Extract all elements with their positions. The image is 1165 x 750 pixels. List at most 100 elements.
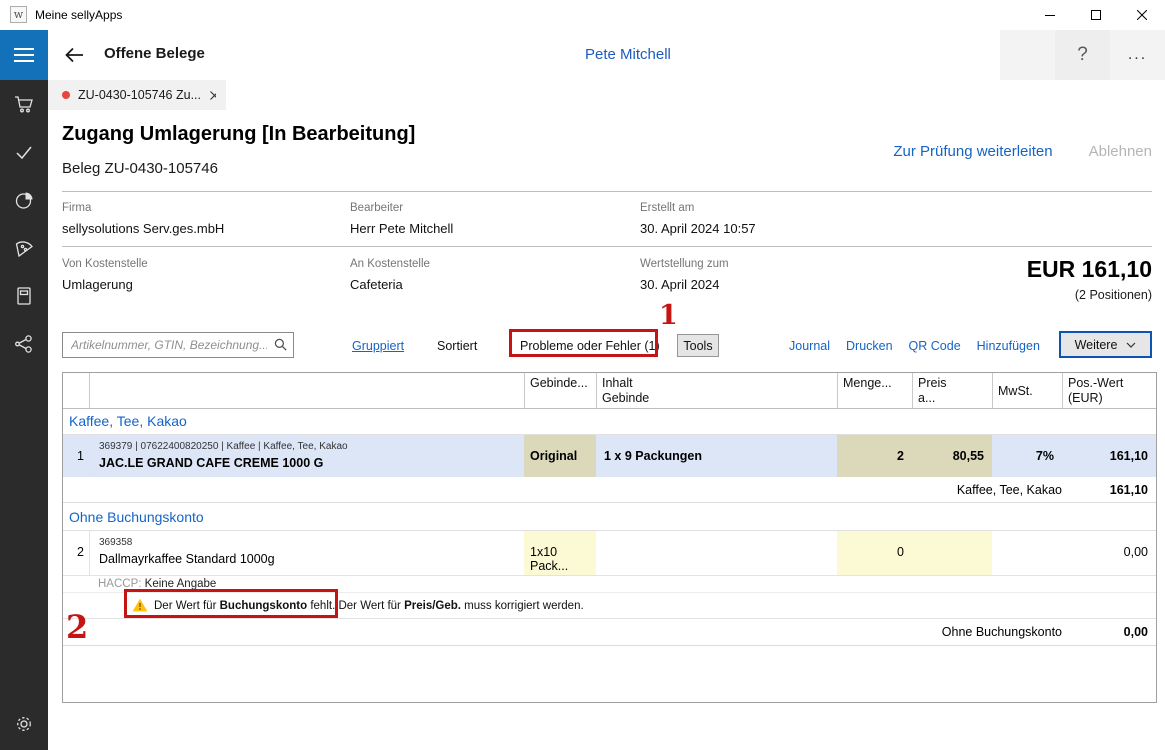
subtotal-label: Ohne Buchungskonto bbox=[942, 625, 1062, 639]
field-value: 30. April 2024 10:57 bbox=[640, 221, 756, 236]
total-amount: EUR 161,10 bbox=[1027, 256, 1152, 283]
titlebar: w Meine sellyApps bbox=[0, 0, 1165, 30]
more-actions-dropdown[interactable]: Weitere bbox=[1059, 331, 1152, 358]
hamburger-icon bbox=[14, 47, 34, 63]
table-header-row: Gebinde... Inhalt Gebinde Menge... Preis… bbox=[63, 373, 1156, 409]
field-label: Wertstellung zum bbox=[640, 258, 729, 270]
add-link[interactable]: Hinzufügen bbox=[977, 339, 1040, 353]
field-value: Umlagerung bbox=[62, 277, 148, 292]
tools-button[interactable]: Tools bbox=[677, 334, 719, 357]
header-inhalt-gebinde: Inhalt Gebinde bbox=[596, 373, 837, 408]
book-icon bbox=[13, 285, 35, 307]
shopping-cart-icon bbox=[13, 93, 35, 115]
field-label: Firma bbox=[62, 202, 224, 214]
header-rownum bbox=[63, 373, 89, 408]
article-name: Dallmayrkaffee Standard 1000g bbox=[99, 552, 524, 566]
header-description bbox=[89, 373, 524, 408]
sidebar-item-tasks[interactable] bbox=[0, 128, 48, 176]
share-network-icon bbox=[13, 333, 35, 355]
reject-button[interactable]: Ablehnen bbox=[1089, 143, 1152, 160]
qr-code-link[interactable]: QR Code bbox=[909, 339, 961, 353]
menge-cell[interactable]: 0 bbox=[837, 531, 912, 575]
item-row-1[interactable]: 1 369379 | 07622400820250 | Kaffee | Kaf… bbox=[63, 435, 1156, 477]
minimize-button[interactable] bbox=[1027, 0, 1073, 30]
header-gebinde: Gebinde... bbox=[524, 373, 596, 408]
divider bbox=[62, 246, 1152, 247]
pie-chart-icon bbox=[13, 189, 35, 211]
app-logo-icon: w bbox=[10, 6, 27, 23]
divider bbox=[62, 191, 1152, 192]
row-number: 2 bbox=[63, 531, 89, 575]
print-link[interactable]: Drucken bbox=[846, 339, 893, 353]
pizza-slice-icon bbox=[13, 237, 35, 259]
app-header: Offene Belege Pete Mitchell ? ... bbox=[48, 30, 1165, 80]
unsaved-indicator-dot bbox=[62, 91, 70, 99]
annotation-marker-1: 1 bbox=[659, 300, 678, 331]
document-tab[interactable]: ZU-0430-105746 Zu... bbox=[48, 80, 226, 110]
sorted-toggle[interactable]: Sortiert bbox=[437, 339, 477, 353]
app-window: w Meine sellyApps Offene Belege Pete Mit… bbox=[0, 0, 1165, 750]
search-input[interactable] bbox=[62, 332, 294, 358]
field-label: An Kostenstelle bbox=[350, 258, 430, 270]
field-wertstellung-zum: Wertstellung zum 30. April 2024 bbox=[640, 258, 729, 292]
maximize-button[interactable] bbox=[1073, 0, 1119, 30]
grouped-toggle[interactable]: Gruppiert bbox=[352, 339, 404, 353]
haccp-row: HACCP: Keine Angabe bbox=[63, 576, 1156, 593]
field-erstellt-am: Erstellt am 30. April 2024 10:57 bbox=[640, 202, 756, 236]
article-name: JAC.LE GRAND CAFE CREME 1000 G bbox=[99, 456, 524, 470]
group-header-kaffee: Kaffee, Tee, Kakao bbox=[63, 409, 1156, 435]
tab-close-icon[interactable] bbox=[209, 90, 216, 101]
header-preis: Preis a... bbox=[912, 373, 992, 408]
menge-cell[interactable]: 2 bbox=[837, 435, 912, 477]
back-arrow-icon bbox=[62, 43, 86, 67]
field-von-kostenstelle: Von Kostenstelle Umlagerung bbox=[62, 258, 148, 292]
forward-for-review-button[interactable]: Zur Prüfung weiterleiten bbox=[893, 143, 1052, 160]
field-value: Cafeteria bbox=[350, 277, 430, 292]
pos-wert-cell: 161,10 bbox=[1062, 435, 1156, 477]
back-button[interactable] bbox=[62, 43, 86, 67]
hamburger-menu-button[interactable] bbox=[0, 30, 48, 80]
total-positions: (2 Positionen) bbox=[1027, 288, 1152, 302]
field-bearbeiter: Bearbeiter Herr Pete Mitchell bbox=[350, 202, 453, 236]
document-total: EUR 161,10 (2 Positionen) bbox=[1027, 256, 1152, 302]
preis-cell[interactable]: 80,55 bbox=[912, 435, 992, 477]
page-title: Offene Belege bbox=[104, 45, 205, 62]
sidebar-item-reports[interactable] bbox=[0, 176, 48, 224]
field-label: Von Kostenstelle bbox=[62, 258, 148, 270]
header-mwst: MwSt. bbox=[992, 373, 1062, 408]
field-value: 30. April 2024 bbox=[640, 277, 729, 292]
header-more-button[interactable]: ... bbox=[1110, 30, 1165, 80]
gebinde-cell[interactable]: Original bbox=[524, 435, 596, 477]
window-controls bbox=[1027, 0, 1165, 30]
subtotal-label: Kaffee, Tee, Kakao bbox=[957, 483, 1062, 497]
problems-or-errors-toggle[interactable]: Probleme oder Fehler (1) bbox=[520, 339, 660, 353]
search-icon bbox=[274, 338, 287, 351]
haccp-value: Keine Angabe bbox=[145, 578, 217, 590]
sidebar-item-share[interactable] bbox=[0, 320, 48, 368]
sidebar-item-journal[interactable] bbox=[0, 272, 48, 320]
sidebar bbox=[0, 80, 48, 750]
inhalt-gebinde-cell: 1 x 9 Packungen bbox=[596, 435, 837, 477]
gebinde-cell[interactable]: 1x10 Pack... bbox=[524, 531, 596, 575]
field-firma: Firma sellysolutions Serv.ges.mbH bbox=[62, 202, 224, 236]
user-name-link[interactable]: Pete Mitchell bbox=[585, 46, 671, 63]
article-meta: 369358 bbox=[99, 537, 524, 548]
preis-cell[interactable] bbox=[912, 531, 992, 575]
close-button[interactable] bbox=[1119, 0, 1165, 30]
sidebar-item-food[interactable] bbox=[0, 224, 48, 272]
warning-triangle-icon bbox=[132, 598, 148, 612]
article-search bbox=[62, 332, 294, 358]
item-row-2[interactable]: 2 369358 Dallmayrkaffee Standard 1000g 1… bbox=[63, 531, 1156, 576]
maximize-icon bbox=[1091, 10, 1101, 20]
close-icon bbox=[1137, 10, 1147, 20]
sidebar-item-cart[interactable] bbox=[0, 80, 48, 128]
field-an-kostenstelle: An Kostenstelle Cafeteria bbox=[350, 258, 430, 292]
warning-text: Der Wert für Buchungskonto fehlt. Der We… bbox=[154, 600, 584, 612]
toolbar-links: Journal Drucken QR Code Hinzufügen bbox=[789, 339, 1040, 353]
header-menge: Menge... bbox=[837, 373, 912, 408]
help-button[interactable]: ? bbox=[1055, 30, 1110, 80]
sidebar-item-settings[interactable] bbox=[0, 700, 48, 748]
field-value: sellysolutions Serv.ges.mbH bbox=[62, 221, 224, 236]
field-value: Herr Pete Mitchell bbox=[350, 221, 453, 236]
journal-link[interactable]: Journal bbox=[789, 339, 830, 353]
